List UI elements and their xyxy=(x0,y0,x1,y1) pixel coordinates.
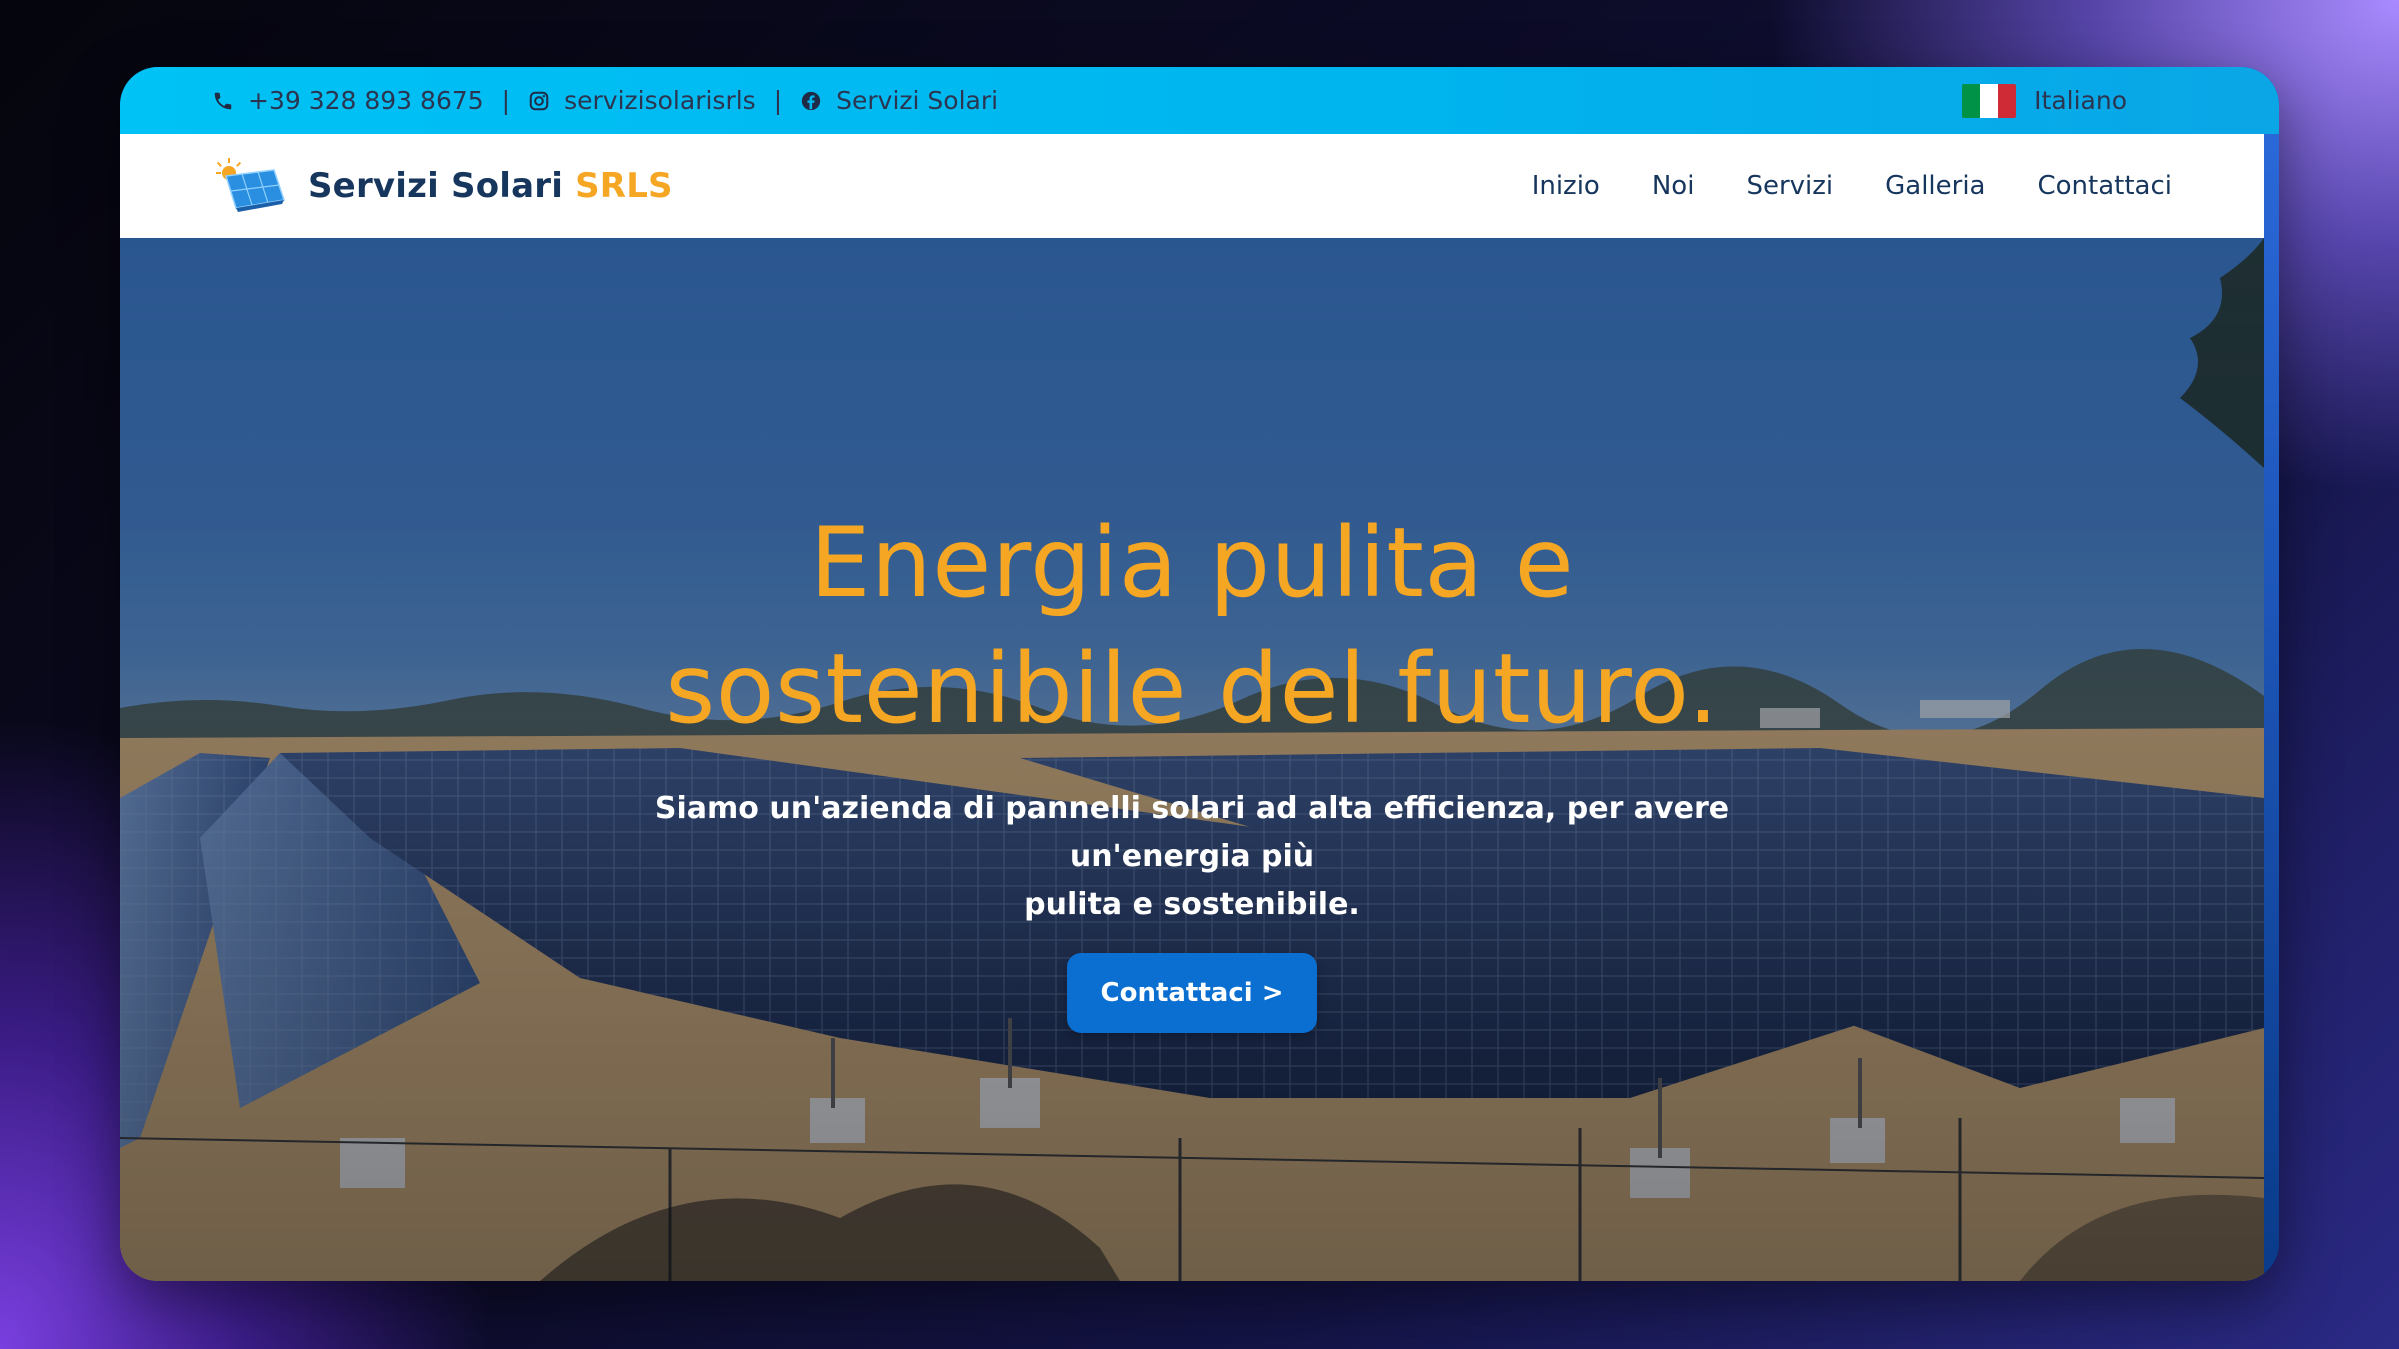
brand-name-text: Servizi Solari xyxy=(308,166,564,206)
facebook-icon xyxy=(800,90,822,112)
phone-icon xyxy=(212,90,234,112)
language-label: Italiano xyxy=(2034,86,2127,115)
nav-item-contattaci[interactable]: Contattaci xyxy=(2037,171,2172,201)
hero-headline-line1: Energia pulita e xyxy=(809,507,1575,619)
brand-accent: SRLS xyxy=(575,166,673,206)
instagram-icon xyxy=(528,90,550,112)
main-nav: Inizio Noi Servizi Galleria Contattaci xyxy=(1532,134,2172,238)
hero-content: Energia pulita e sostenibile del futuro.… xyxy=(120,238,2264,1281)
language-selector[interactable]: Italiano xyxy=(1962,67,2127,134)
brand-name: Servizi Solari SRLS xyxy=(308,166,673,206)
hero-subtitle: Siamo un'azienda di pannelli solari ad a… xyxy=(560,785,1824,929)
nav-item-inizio[interactable]: Inizio xyxy=(1532,171,1600,201)
contact-links: +39 328 893 8675 | servizisolarisrls | S… xyxy=(212,67,998,134)
browser-window: +39 328 893 8675 | servizisolarisrls | S… xyxy=(120,67,2279,1281)
contact-cta-button[interactable]: Contattaci > xyxy=(1067,953,1317,1033)
main-navbar: Servizi Solari SRLS Inizio Noi Servizi G… xyxy=(120,134,2264,238)
nav-item-noi[interactable]: Noi xyxy=(1652,171,1695,201)
separator: | xyxy=(501,86,511,115)
instagram-link[interactable]: servizisolarisrls xyxy=(564,86,756,115)
nav-item-galleria[interactable]: Galleria xyxy=(1885,171,1985,201)
hero-subtitle-line1: Siamo un'azienda di pannelli solari ad a… xyxy=(654,791,1730,874)
brand[interactable]: Servizi Solari SRLS xyxy=(212,134,673,238)
phone-number[interactable]: +39 328 893 8675 xyxy=(248,86,484,115)
separator: | xyxy=(773,86,783,115)
solar-panel-logo xyxy=(216,158,285,212)
window-edge xyxy=(2264,134,2279,1281)
hero-headline-line2: sostenibile del futuro. xyxy=(665,633,1719,745)
nav-item-servizi[interactable]: Servizi xyxy=(1746,171,1833,201)
hero-subtitle-line2: pulita e sostenibile. xyxy=(1024,887,1360,922)
italy-flag-icon xyxy=(1962,83,2017,118)
facebook-link[interactable]: Servizi Solari xyxy=(836,86,998,115)
hero-headline: Energia pulita e sostenibile del futuro. xyxy=(120,500,2264,752)
top-contact-bar: +39 328 893 8675 | servizisolarisrls | S… xyxy=(120,67,2279,134)
hero-section: Energia pulita e sostenibile del futuro.… xyxy=(120,238,2264,1281)
